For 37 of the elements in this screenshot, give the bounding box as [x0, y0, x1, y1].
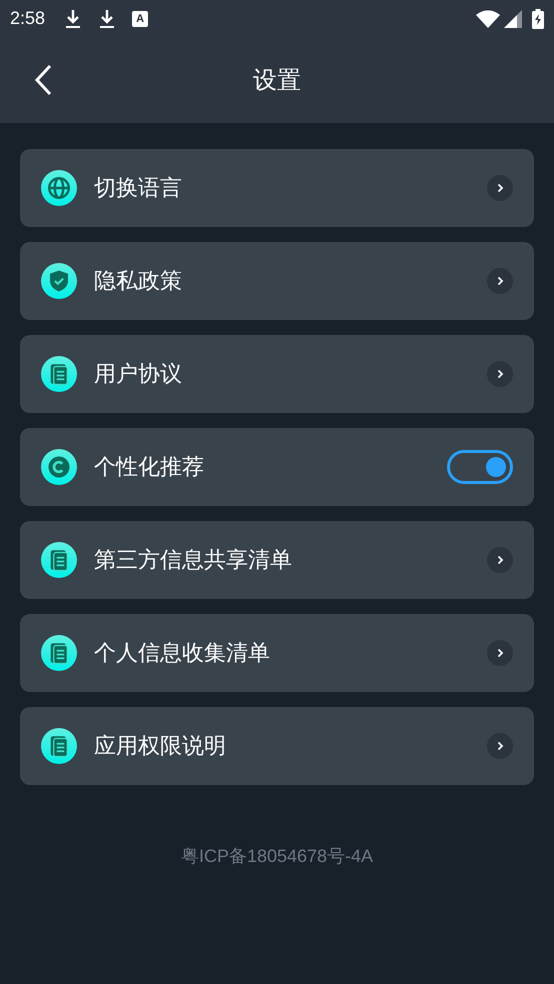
chevron-button[interactable]	[487, 268, 513, 294]
toggle-switch[interactable]	[447, 450, 513, 484]
signal-icon	[504, 10, 522, 28]
battery-charging-icon	[532, 8, 544, 28]
icp-license-text: 粤ICP备18054678号-4A	[180, 845, 374, 868]
chevron-button[interactable]	[487, 175, 513, 201]
app-notification-icon: A	[132, 10, 148, 26]
row-label: 应用权限说明	[94, 732, 227, 760]
row-label: 切换语言	[94, 174, 183, 202]
row-label: 个人信息收集清单	[94, 640, 271, 668]
shield-check-icon	[41, 263, 77, 299]
download-icon	[64, 8, 82, 28]
chevron-button[interactable]	[487, 640, 513, 666]
chevron-button[interactable]	[487, 733, 513, 759]
settings-row[interactable]: 应用权限说明	[20, 707, 534, 785]
row-label: 用户协议	[94, 360, 183, 388]
chevron-button[interactable]	[487, 361, 513, 387]
chevron-button[interactable]	[487, 547, 513, 573]
document-icon	[41, 635, 77, 671]
document-icon	[41, 542, 77, 578]
settings-row[interactable]: 用户协议	[20, 335, 534, 413]
status-time: 2:58	[10, 7, 46, 30]
download-icon	[98, 8, 116, 28]
settings-row[interactable]: 切换语言	[20, 149, 534, 227]
row-label: 个性化推荐	[94, 454, 205, 482]
page-title: 设置	[253, 65, 301, 96]
globe-icon	[41, 170, 77, 206]
settings-row[interactable]: 个性化推荐	[20, 428, 534, 506]
copyright-icon	[41, 449, 77, 485]
document-icon	[41, 356, 77, 392]
row-label: 隐私政策	[94, 268, 183, 296]
wifi-icon	[476, 10, 500, 28]
settings-row[interactable]: 个人信息收集清单	[20, 614, 534, 692]
settings-row[interactable]: 第三方信息共享清单	[20, 521, 534, 599]
settings-row[interactable]: 隐私政策	[20, 242, 534, 320]
document-icon	[41, 728, 77, 764]
row-label: 第三方信息共享清单	[94, 546, 293, 574]
